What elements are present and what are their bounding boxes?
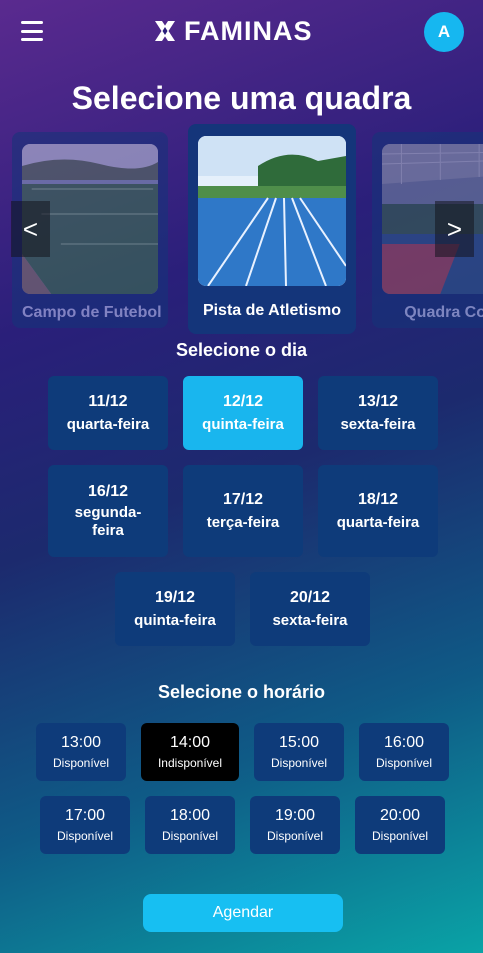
time-slot-status: Disponível <box>375 756 433 770</box>
day-weekday: quinta-feira <box>202 415 284 433</box>
day-date: 20/12 <box>289 589 331 607</box>
time-slot[interactable]: 19:00 Disponível <box>250 796 340 854</box>
time-slot-status: Disponível <box>270 756 328 770</box>
day-date: 19/12 <box>154 589 196 607</box>
time-slot-time: 15:00 <box>278 734 320 751</box>
day-option[interactable]: 13/12 sexta-feira <box>318 376 438 450</box>
time-slot-time: 16:00 <box>383 734 425 751</box>
time-slot[interactable]: 15:00 Disponível <box>254 723 344 781</box>
day-section-title: Selecione o dia <box>175 340 308 360</box>
time-slot-status: Disponível <box>161 829 219 843</box>
time-slot-time: 14:00 <box>169 734 211 751</box>
time-slot-status: Disponível <box>266 829 324 843</box>
court-name-atletismo: Pista de Atletismo <box>202 302 342 319</box>
time-slot-time: 20:00 <box>379 807 421 824</box>
day-option[interactable]: 18/12 quarta-feira <box>318 465 438 557</box>
day-weekday: segunda-feira <box>74 503 142 539</box>
day-date: 13/12 <box>357 393 399 411</box>
day-date: 12/12 <box>222 393 264 411</box>
menu-icon[interactable] <box>21 21 43 41</box>
day-weekday: terça-feira <box>206 513 280 531</box>
brand-name: FAMINAS <box>184 15 313 46</box>
schedule-button[interactable]: Agendar <box>143 894 343 932</box>
day-option[interactable]: 16/12 segunda-feira <box>48 465 168 557</box>
page-title: Selecione uma quadra <box>71 80 412 116</box>
day-date: 16/12 <box>87 483 129 501</box>
day-date: 18/12 <box>357 491 399 509</box>
day-date: 11/12 <box>88 393 128 411</box>
court-carousel: Campo de Futebol Pista de Atletismo Quad… <box>0 124 483 336</box>
carousel-next-button[interactable]: > <box>435 201 474 257</box>
court-image-atletismo <box>198 136 346 286</box>
top-bar: FAMINAS A <box>0 0 483 62</box>
day-date: 17/12 <box>222 491 264 509</box>
court-name-futebol: Campo de Futebol <box>22 304 162 321</box>
day-option[interactable]: 11/12 quarta-feira <box>48 376 168 450</box>
time-slot-status: Indisponível <box>157 756 223 770</box>
time-slot-time: 18:00 <box>169 807 211 824</box>
day-weekday: quinta-feira <box>134 611 216 629</box>
day-weekday: quarta-feira <box>66 415 150 433</box>
day-weekday: sexta-feira <box>272 611 348 629</box>
court-card-atletismo[interactable]: Pista de Atletismo <box>188 124 356 334</box>
day-option[interactable]: 19/12 quinta-feira <box>115 572 235 646</box>
carousel-prev-button[interactable]: < <box>11 201 50 257</box>
time-slot-status: Disponível <box>371 829 429 843</box>
avatar[interactable]: A <box>424 12 464 52</box>
day-weekday: quarta-feira <box>336 513 420 531</box>
logo-x-icon <box>155 21 175 41</box>
time-slot-unavailable[interactable]: 14:00 Indisponível <box>141 723 239 781</box>
time-slot-status: Disponível <box>56 829 114 843</box>
time-slot-status: Disponível <box>52 756 110 770</box>
time-slot[interactable]: 20:00 Disponível <box>355 796 445 854</box>
time-slot[interactable]: 13:00 Disponível <box>36 723 126 781</box>
time-slot[interactable]: 17:00 Disponível <box>40 796 130 854</box>
time-slot-time: 17:00 <box>64 807 106 824</box>
time-slot-time: 19:00 <box>274 807 316 824</box>
day-option[interactable]: 20/12 sexta-feira <box>250 572 370 646</box>
brand-logo: FAMINAS <box>152 16 313 46</box>
day-option[interactable]: 17/12 terça-feira <box>183 465 303 557</box>
day-option-selected[interactable]: 12/12 quinta-feira <box>183 376 303 450</box>
time-section-title: Selecione o horário <box>157 682 326 702</box>
day-weekday: sexta-feira <box>340 415 416 433</box>
court-name-quadra: Quadra Cob <box>404 304 483 321</box>
time-slot[interactable]: 16:00 Disponível <box>359 723 449 781</box>
time-slot-time: 13:00 <box>60 734 102 751</box>
time-slot[interactable]: 18:00 Disponível <box>145 796 235 854</box>
